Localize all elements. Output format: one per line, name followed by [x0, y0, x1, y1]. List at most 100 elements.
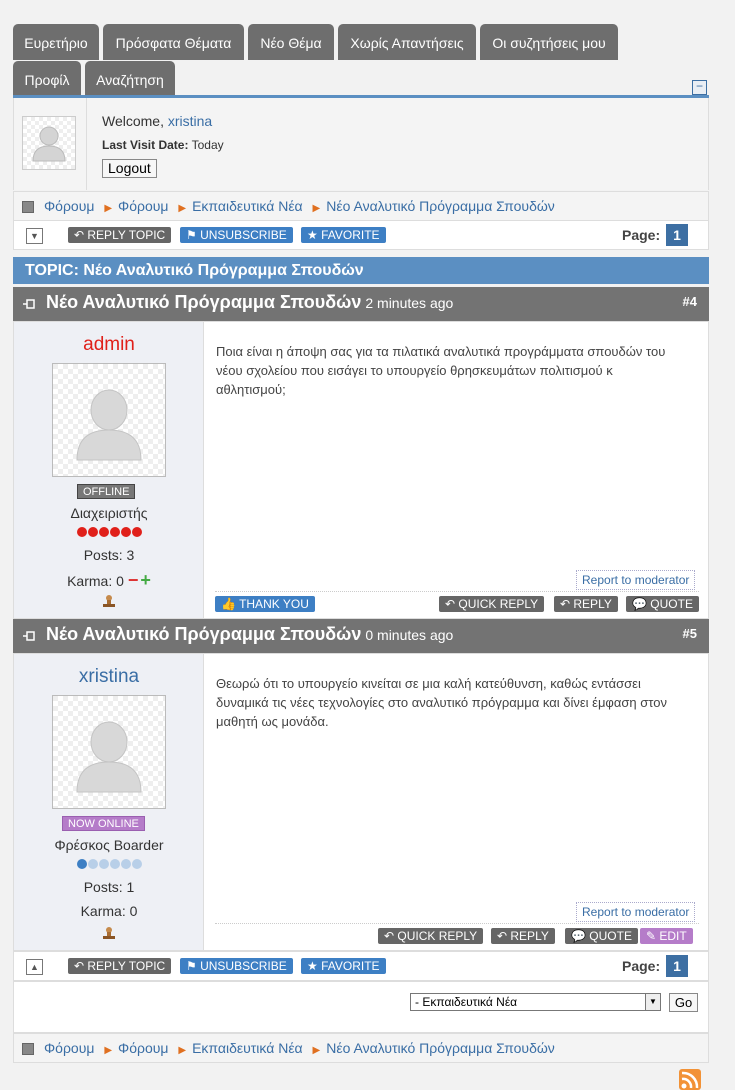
- author-rank: Διαχειριστής: [70, 505, 148, 521]
- rss-icon[interactable]: [679, 1069, 701, 1090]
- post-header: Νέο Αναλυτικό Πρόγραμμα Σπουδών 0 minutes…: [13, 619, 709, 653]
- go-bottom-icon[interactable]: ▼: [26, 228, 43, 244]
- reply-arrow-icon: ↶: [74, 959, 88, 973]
- logout-button[interactable]: Logout: [102, 159, 157, 178]
- post-divider: [215, 923, 699, 924]
- welcome-username-link[interactable]: xristina: [168, 113, 212, 129]
- karma-minus-icon[interactable]: −: [128, 570, 139, 590]
- reply-arrow-icon: ↶: [74, 228, 88, 242]
- page-number[interactable]: 1: [666, 224, 688, 246]
- go-top-icon[interactable]: ▲: [26, 959, 43, 975]
- tab-index[interactable]: Ευρετήριο: [13, 24, 99, 60]
- pencil-icon: ✎: [646, 929, 660, 943]
- quote-button[interactable]: 💬 QUOTE: [565, 928, 638, 944]
- breadcrumb-item[interactable]: Νέο Αναλυτικό Πρόγραμμα Σπουδών: [326, 198, 555, 214]
- quick-reply-button[interactable]: ↶ QUICK REPLY: [439, 596, 545, 612]
- forum-jump-box: - Εκπαιδευτικά Νέα ▼ Go: [13, 981, 709, 1033]
- favorite-button[interactable]: ★ FAVORITE: [301, 227, 386, 243]
- breadcrumb-item[interactable]: Φόρουμ: [118, 198, 168, 214]
- avatar[interactable]: [22, 116, 76, 170]
- breadcrumb-item[interactable]: Εκπαιδευτικά Νέα: [192, 198, 303, 214]
- tab-no-replies[interactable]: Χωρίς Απαντήσεις: [338, 24, 476, 60]
- flag-icon: ⚑: [186, 228, 201, 242]
- quote-button[interactable]: 💬 QUOTE: [626, 596, 699, 612]
- quick-reply-button[interactable]: ↶ QUICK REPLY: [378, 928, 484, 944]
- pin-icon: [23, 631, 35, 641]
- quick-reply-label: QUICK REPLY: [397, 929, 478, 943]
- welcome-prefix: Welcome,: [102, 113, 164, 129]
- tab-recent-topics[interactable]: Πρόσφατα Θέματα: [103, 24, 244, 60]
- page-number[interactable]: 1: [666, 955, 688, 977]
- last-visit: Last Visit Date: Today: [102, 138, 224, 152]
- go-button[interactable]: Go: [669, 993, 698, 1012]
- author-karma: Karma: 0: [80, 903, 138, 919]
- rank-dots: [14, 527, 204, 537]
- status-badge: OFFLINE: [77, 484, 136, 499]
- breadcrumb-icon: [22, 201, 34, 213]
- stamp-icon: [103, 927, 115, 939]
- edit-button[interactable]: ✎ EDIT: [640, 928, 693, 944]
- tab-my-discussions[interactable]: Οι συζητήσεις μου: [480, 24, 618, 60]
- breadcrumb-item[interactable]: Φόρουμ: [44, 1040, 94, 1056]
- unsubscribe-button[interactable]: ⚑ UNSUBSCRIBE: [180, 958, 293, 974]
- author-avatar[interactable]: [52, 363, 166, 477]
- post-time: 0 minutes ago: [365, 627, 454, 643]
- karma-label: Karma: 0: [67, 573, 124, 589]
- rank-dot: [109, 859, 120, 869]
- report-to-moderator-link[interactable]: Report to moderator: [576, 902, 696, 922]
- post-title: Νέο Αναλυτικό Πρόγραμμα Σπουδών: [46, 292, 362, 312]
- karma-plus-icon[interactable]: +: [140, 570, 151, 590]
- tab-profile[interactable]: Προφίλ: [13, 61, 81, 97]
- reply-topic-button[interactable]: ↶ REPLY TOPIC: [68, 958, 172, 974]
- rss-feed-icon: [681, 1071, 699, 1089]
- breadcrumb-item[interactable]: Φόρουμ: [118, 1040, 168, 1056]
- tab-new-topic[interactable]: Νέο Θέμα: [248, 24, 334, 60]
- profile-divider: [86, 98, 87, 190]
- rank-dot: [120, 859, 131, 869]
- post-author-panel: admin OFFLINE Διαχειριστής Posts: 3 Karm…: [14, 322, 204, 618]
- thank-you-button[interactable]: 👍 THANK YOU: [215, 596, 315, 612]
- author-name[interactable]: admin: [14, 334, 204, 356]
- reply-arrow-icon: ↶: [445, 597, 459, 611]
- unsubscribe-button[interactable]: ⚑ UNSUBSCRIBE: [180, 227, 293, 243]
- breadcrumb-item[interactable]: Νέο Αναλυτικό Πρόγραμμα Σπουδών: [326, 1040, 555, 1056]
- breadcrumb-separator-icon: ▶: [104, 1045, 113, 1056]
- post-number[interactable]: #5: [683, 626, 697, 641]
- rank-dot: [76, 527, 87, 537]
- tab-search[interactable]: Αναζήτηση: [85, 61, 175, 97]
- page-label: Page:: [622, 227, 661, 243]
- forum-jump-select[interactable]: - Εκπαιδευτικά Νέα ▼: [410, 993, 661, 1011]
- breadcrumb-separator-icon: ▶: [178, 203, 187, 214]
- breadcrumb-item[interactable]: Φόρουμ: [44, 198, 94, 214]
- rank-dot: [109, 527, 120, 537]
- breadcrumb-separator-icon: ▶: [312, 203, 321, 214]
- favorite-button[interactable]: ★ FAVORITE: [301, 958, 386, 974]
- collapse-button[interactable]: −: [692, 80, 707, 95]
- bottom-action-bar: ▲ ↶ REPLY TOPIC ⚑ UNSUBSCRIBE ★ FAVORITE…: [13, 951, 709, 981]
- reply-button[interactable]: ↶ REPLY: [554, 596, 618, 612]
- breadcrumb-separator-icon: ▶: [178, 1045, 187, 1056]
- reply-topic-button[interactable]: ↶ REPLY TOPIC: [68, 227, 172, 243]
- stamp-icon: [103, 595, 115, 607]
- reply-arrow-icon: ↶: [384, 929, 398, 943]
- thumbs-up-icon: 👍: [221, 597, 240, 611]
- author-avatar[interactable]: [52, 695, 166, 809]
- author-name[interactable]: xristina: [14, 666, 204, 688]
- last-visit-value: Today: [191, 138, 224, 152]
- quote-label: QUOTE: [589, 929, 632, 943]
- unsubscribe-label: UNSUBSCRIBE: [200, 959, 287, 973]
- reply-label: REPLY: [510, 929, 549, 943]
- author-rank: Φρέσκος Boarder: [54, 837, 164, 853]
- post-number[interactable]: #4: [683, 294, 697, 309]
- avatar-placeholder-icon: [53, 364, 165, 476]
- post-message: Θεωρώ ότι το υπουργείο κινείται σε μια κ…: [216, 676, 667, 729]
- reply-button[interactable]: ↶ REPLY: [491, 928, 555, 944]
- breadcrumb-item[interactable]: Εκπαιδευτικά Νέα: [192, 1040, 303, 1056]
- edit-label: EDIT: [659, 929, 687, 943]
- breadcrumb: Φόρουμ ▶ Φόρουμ ▶ Εκπαιδευτικά Νέα ▶ Νέο Αν…: [13, 191, 709, 221]
- rank-dot: [131, 527, 142, 537]
- top-action-bar: ▼ ↶ REPLY TOPIC ⚑ UNSUBSCRIBE ★ FAVORITE…: [13, 220, 709, 250]
- speech-bubble-icon: 💬: [571, 929, 590, 943]
- chevron-down-icon[interactable]: ▼: [645, 994, 660, 1010]
- report-to-moderator-link[interactable]: Report to moderator: [576, 570, 696, 590]
